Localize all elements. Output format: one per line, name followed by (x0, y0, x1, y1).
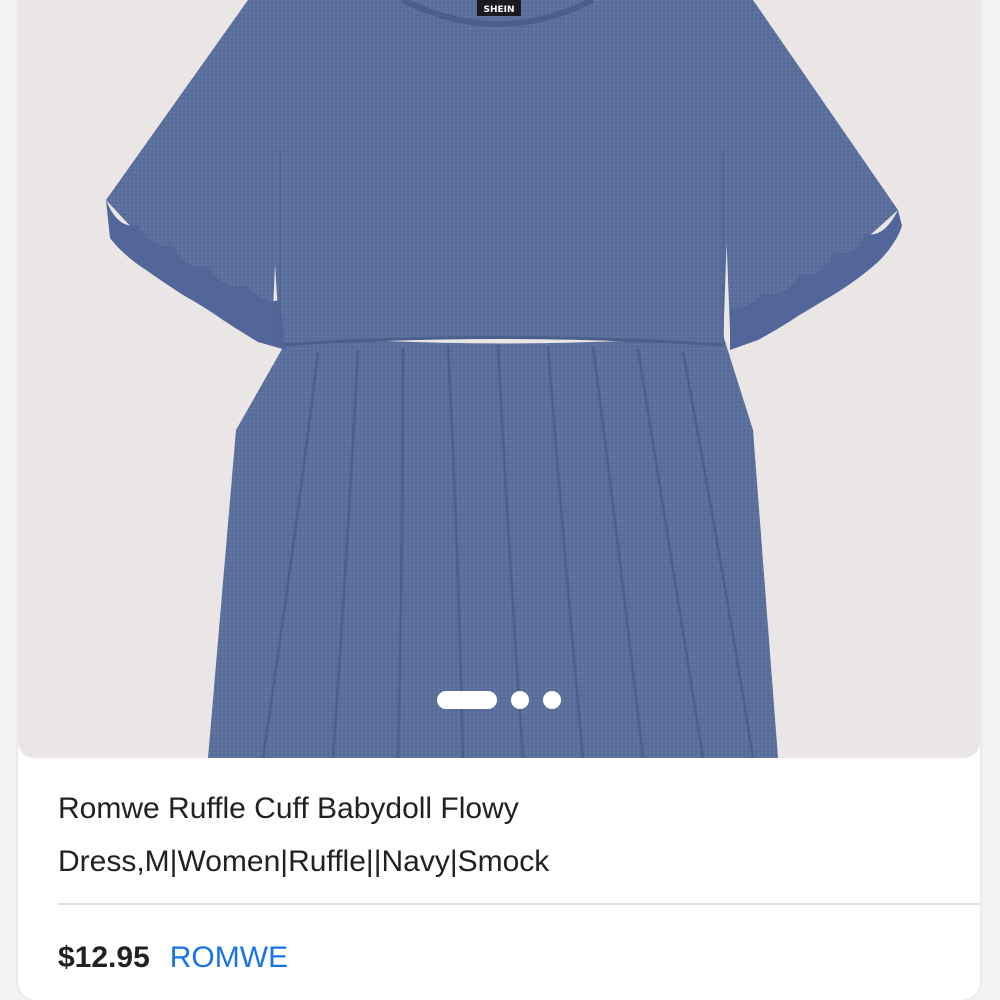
dress-illustration: SHEIN (106, 0, 902, 758)
price: $12.95 (58, 941, 150, 974)
page: SHEIN Romwe Ruffle Cuff Babydoll Flowy D… (0, 0, 1000, 1000)
carousel-dot-2[interactable] (511, 691, 529, 709)
divider (58, 903, 980, 905)
price-row: $12.95 ROMWE (58, 938, 288, 978)
product-card[interactable]: SHEIN Romwe Ruffle Cuff Babydoll Flowy D… (18, 0, 980, 1000)
product-title-line-1: Romwe Ruffle Cuff Babydoll Flowy (58, 792, 519, 825)
product-image[interactable]: SHEIN (18, 0, 980, 758)
carousel-dot-1[interactable] (437, 691, 497, 709)
product-title-line-2: Dress,M|Women|Ruffle||Navy|Smock (58, 845, 550, 878)
product-title[interactable]: Romwe Ruffle Cuff Babydoll Flowy Dress,M… (58, 782, 938, 888)
carousel-dot-3[interactable] (543, 691, 561, 709)
carousel-indicator[interactable] (18, 688, 980, 712)
brand-tag-text: SHEIN (483, 5, 514, 15)
seller-link[interactable]: ROMWE (170, 941, 288, 975)
